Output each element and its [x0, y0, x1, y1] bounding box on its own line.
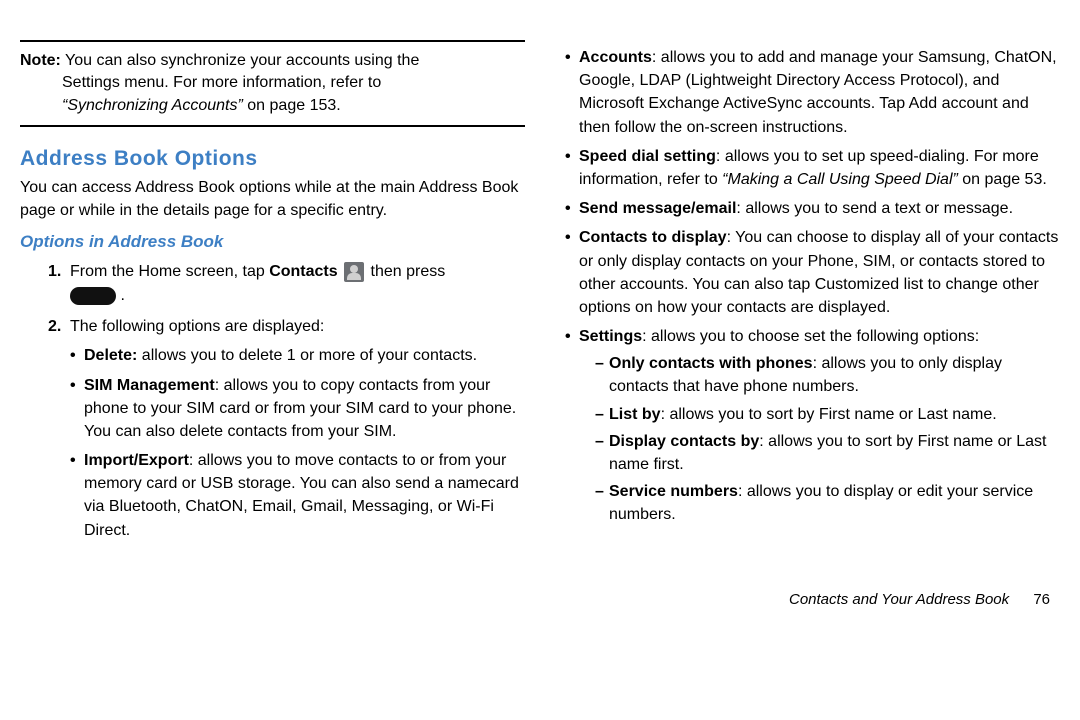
sub-title: Only contacts with phones: [609, 355, 813, 372]
step-number: 1.: [48, 260, 70, 309]
bullet-tail: on page 53.: [958, 171, 1047, 188]
bullet-speed-dial: • Speed dial setting: allows you to set …: [565, 145, 1060, 191]
bullet-send-message: • Send message/email: allows you to send…: [565, 197, 1060, 220]
contacts-icon: [344, 262, 364, 282]
sub-title: Display contacts by: [609, 433, 759, 450]
step-number: 2.: [48, 315, 70, 338]
bullet-import-export: • Import/Export: allows you to move cont…: [70, 449, 525, 542]
left-column: Note: You can also synchronize your acco…: [20, 0, 525, 608]
bullet-title: Settings: [579, 328, 642, 345]
bullet-settings: • Settings: allows you to choose set the…: [565, 325, 1060, 531]
bullet-contacts-display: • Contacts to display: You can choose to…: [565, 226, 1060, 319]
bullet-title: Delete:: [84, 347, 137, 364]
step-1: 1. From the Home screen, tap Contacts th…: [48, 260, 525, 309]
sub-display-contacts-by: – Display contacts by: allows you to sor…: [595, 430, 1060, 476]
intro-text: You can access Address Book options whil…: [20, 177, 525, 222]
note-line2: Settings menu. For more information, ref…: [20, 72, 525, 94]
step1-pre: From the Home screen, tap: [70, 263, 269, 280]
bullet-dot: •: [70, 449, 84, 542]
bullet-text: : allows you to choose set the following…: [642, 328, 979, 345]
bullet-text: allows you to delete 1 or more of your c…: [137, 347, 477, 364]
bullet-dot: •: [565, 325, 579, 531]
dash: –: [595, 352, 609, 398]
bullet-dot: •: [565, 197, 579, 220]
sub-title: List by: [609, 406, 661, 423]
note-label: Note:: [20, 52, 61, 69]
note-pageref: on page 153.: [247, 97, 340, 114]
bullet-title: Import/Export: [84, 452, 189, 469]
bullet-title: Send message/email: [579, 200, 736, 217]
note-ref: “Synchronizing Accounts”: [62, 97, 243, 114]
step1-period: .: [120, 287, 124, 304]
bullet-accounts: • Accounts: allows you to add and manage…: [565, 46, 1060, 139]
page-footer: Contacts and Your Address Book 76: [555, 591, 1060, 608]
bullet-title: Speed dial setting: [579, 148, 716, 165]
menu-key-icon: [70, 287, 116, 305]
step2-text: The following options are displayed:: [70, 315, 525, 338]
note-box: Note: You can also synchronize your acco…: [20, 40, 525, 127]
heading-options-in-address-book: Options in Address Book: [20, 232, 525, 252]
sub-service-numbers: – Service numbers: allows you to display…: [595, 480, 1060, 526]
bullet-title: SIM Management: [84, 377, 215, 394]
step-2: 2. The following options are displayed:: [48, 315, 525, 338]
dash: –: [595, 480, 609, 526]
footer-section: Contacts and Your Address Book: [789, 591, 1009, 608]
bullet-title: Contacts to display: [579, 229, 727, 246]
step1-post: then press: [371, 263, 446, 280]
step1-contacts: Contacts: [269, 263, 337, 280]
step-body: From the Home screen, tap Contacts then …: [70, 260, 525, 309]
bullet-sim-management: • SIM Management: allows you to copy con…: [70, 374, 525, 444]
sub-title: Service numbers: [609, 483, 738, 500]
right-column: • Accounts: allows you to add and manage…: [555, 0, 1060, 608]
page-number: 76: [1033, 591, 1050, 608]
sub-text: : allows you to sort by First name or La…: [661, 406, 997, 423]
note-line1: You can also synchronize your accounts u…: [65, 52, 419, 69]
sub-only-contacts-phones: – Only contacts with phones: allows you …: [595, 352, 1060, 398]
bullet-dot: •: [70, 344, 84, 367]
dash: –: [595, 403, 609, 426]
bullet-text: : allows you to send a text or message.: [736, 200, 1013, 217]
bullet-dot: •: [70, 374, 84, 444]
bullet-ref: “Making a Call Using Speed Dial”: [722, 171, 958, 188]
bullet-title: Accounts: [579, 49, 652, 66]
sub-list-by: – List by: allows you to sort by First n…: [595, 403, 1060, 426]
bullet-dot: •: [565, 226, 579, 319]
document-page: Note: You can also synchronize your acco…: [0, 0, 1080, 608]
dash: –: [595, 430, 609, 476]
bullet-dot: •: [565, 145, 579, 191]
bullet-dot: •: [565, 46, 579, 139]
bullet-delete: • Delete: allows you to delete 1 or more…: [70, 344, 525, 367]
heading-address-book-options: Address Book Options: [20, 147, 525, 171]
